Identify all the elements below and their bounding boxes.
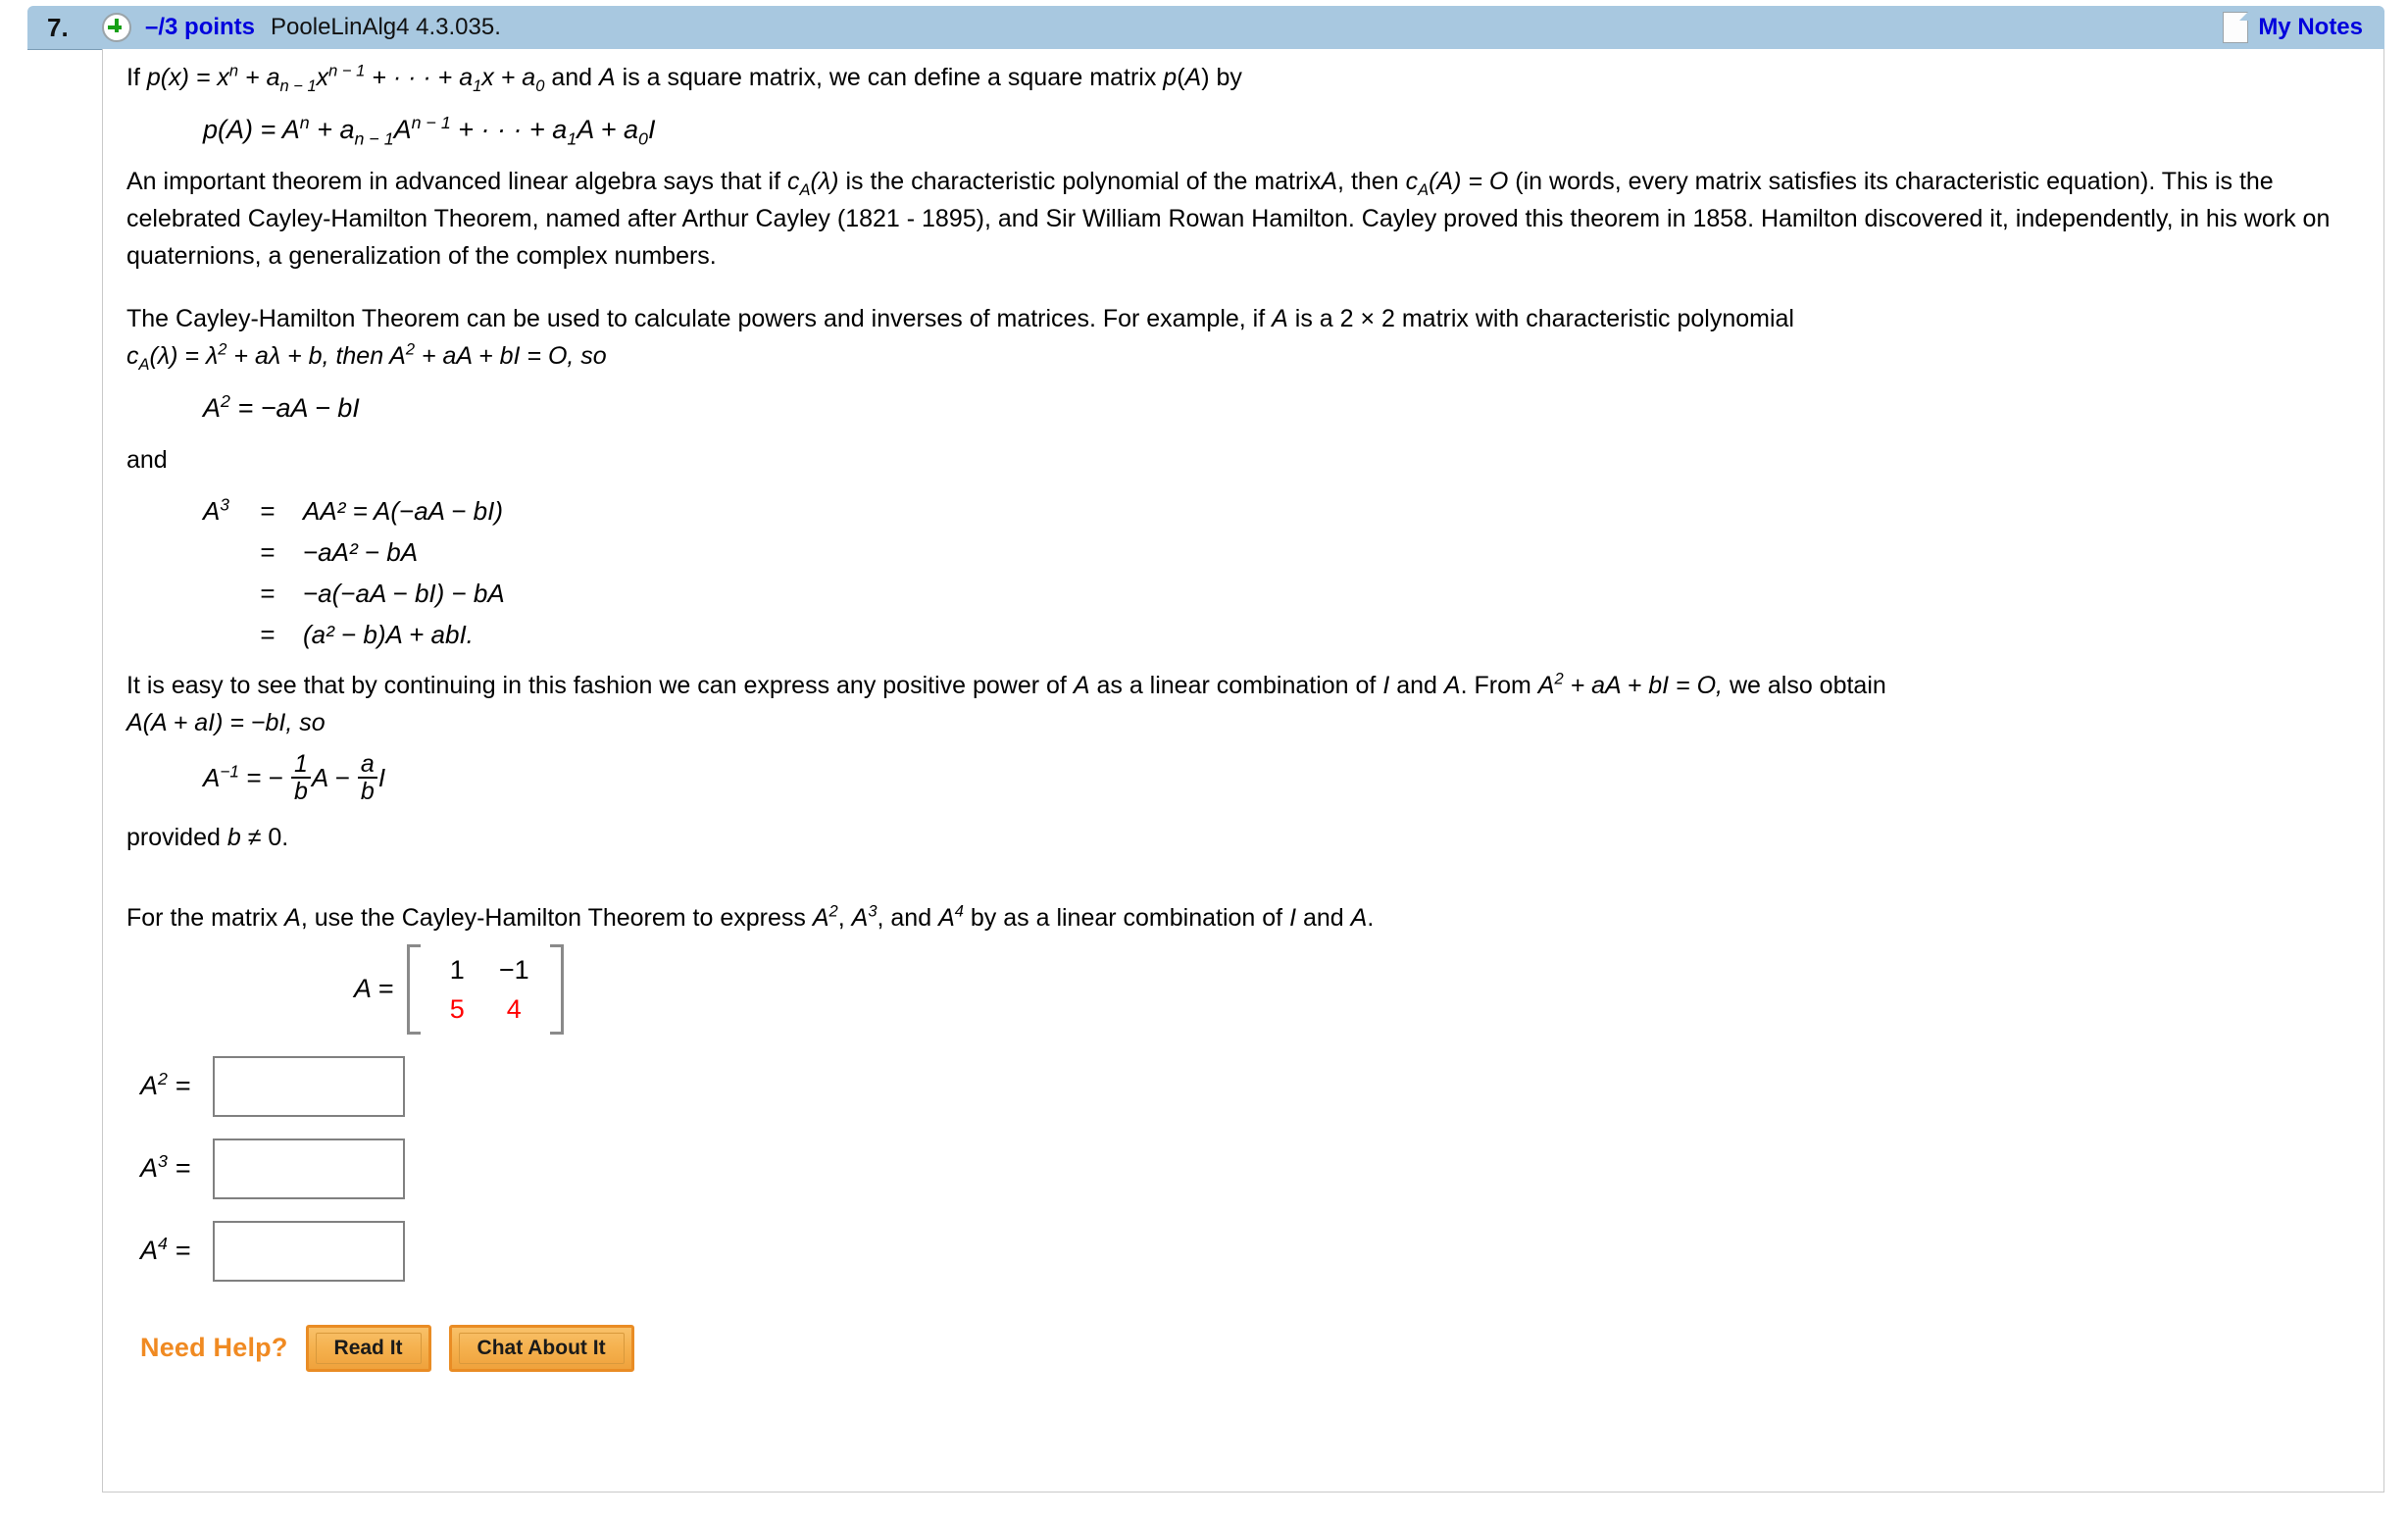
equation-A3-block: A3 = AA² = A(−aA − bI) = −aA² − bA = −a(… <box>126 490 2364 655</box>
question-body: If p(x) = xn + an − 1xn − 1 + · · · + a1… <box>102 49 2384 1493</box>
paragraph-powers-inverses: The Cayley-Hamilton Theorem can be used … <box>126 305 1794 332</box>
provided-condition: provided b ≠ 0. <box>126 823 289 851</box>
matrix-label: A = <box>354 974 394 1003</box>
matrix-cells: 1 −1 5 4 <box>421 944 550 1035</box>
question-header-bar: 7. –/3 points PooleLinAlg4 4.3.035. My N… <box>27 6 2384 49</box>
fraction-a-over-b: a b <box>357 751 377 805</box>
paragraph-char-poly-line: cA(λ) = λ2 + aλ + b, then A2 + aA + bI =… <box>126 337 2364 375</box>
intro-line: If p(x) = xn + an − 1xn − 1 + · · · + a1… <box>126 59 2364 96</box>
A3-rhs-4: (a² − b)A + abI. <box>303 620 474 649</box>
question-reference: PooleLinAlg4 4.3.035. <box>271 14 501 40</box>
my-notes-label: My Notes <box>2258 14 2363 40</box>
answer-label-A3: A3 = <box>140 1151 191 1183</box>
equation-A3-row-3: = −a(−aA − bI) − bA <box>203 573 2364 614</box>
need-help-section: Need Help? Read It Chat About It <box>126 1324 2364 1372</box>
cA-lambda-expression: cA(λ) <box>787 168 839 199</box>
answer-input-A2[interactable] <box>213 1055 405 1117</box>
A3-equals-4: = <box>260 620 276 649</box>
answer-label-A4: A4 = <box>140 1234 191 1265</box>
and-connector: and <box>126 446 168 474</box>
chat-about-it-button[interactable]: Chat About It <box>448 1324 634 1372</box>
prompt-A3: A3 <box>851 902 878 932</box>
question-number: 7. <box>47 12 69 42</box>
paragraph-cayley-hamilton: An important theorem in advanced linear … <box>126 168 2331 270</box>
paragraph-linear-combination: It is easy to see that by continuing in … <box>126 670 1886 699</box>
matrix-right-bracket <box>550 943 565 1035</box>
paragraph-A-A-plus-aI: A(A + aI) = −bI, so <box>126 709 326 736</box>
equation-A3-row-1: A3 = AA² = A(−aA − bI) <box>203 490 2364 531</box>
equation-A3-row-2: = −aA² − bA <box>203 531 2364 573</box>
A3-equals-2: = <box>260 537 276 567</box>
A3-spacer-3 <box>203 573 260 614</box>
answer-row-A3: A3 = <box>126 1138 2364 1199</box>
A2-aA-bI-expression: A2 + aA + bI = O, <box>1537 670 1723 699</box>
answer-input-A3[interactable] <box>213 1138 405 1199</box>
fraction-one-over-b: 1 b <box>290 751 311 805</box>
equation-pA: p(A) = An + an − 1An − 1 + · · · + a1A +… <box>203 113 656 149</box>
A3-rhs-2: −aA² − bA <box>303 537 419 567</box>
prompt-A2: A2 <box>812 902 838 932</box>
plus-circle-icon[interactable] <box>102 13 131 42</box>
equation-A3-row-4: = (a² − b)A + abI. <box>203 614 2364 655</box>
chat-about-it-label: Chat About It <box>458 1332 625 1364</box>
A3-lhs: A3 <box>203 494 229 526</box>
A3-spacer-2 <box>203 531 260 573</box>
A3-equals-1: = <box>260 496 276 526</box>
char-poly-expression: cA(λ) = λ2 + aλ + b, then A2 + aA + bI =… <box>126 340 607 374</box>
read-it-label: Read It <box>315 1332 422 1364</box>
matrix-grid: 1 −1 5 4 <box>407 943 565 1035</box>
matrix-cell-r2c1: 5 <box>449 993 465 1024</box>
answer-row-A4: A4 = <box>126 1220 2364 1282</box>
need-help-label: Need Help? <box>140 1333 288 1362</box>
intro-suffix: and A is a square matrix, we can define … <box>551 64 1242 91</box>
A3-rhs-3: −a(−aA − bI) − bA <box>303 579 505 608</box>
note-page-icon <box>2223 12 2249 43</box>
read-it-button[interactable]: Read It <box>305 1324 431 1372</box>
matrix-A-display: A = 1 −1 5 4 <box>126 943 2364 1035</box>
cA-of-A-expression: cA(A) = O <box>1405 168 1509 199</box>
my-notes-button[interactable]: My Notes <box>2223 12 2363 43</box>
intro-prefix: If <box>126 64 140 91</box>
A3-spacer-4 <box>203 614 260 655</box>
equation-A-inverse: A−1 = − 1 b A − a b I <box>203 750 386 806</box>
matrix-left-bracket <box>407 943 422 1035</box>
matrix-cell-r1c2: −1 <box>498 954 529 985</box>
answer-row-A2: A2 = <box>126 1055 2364 1117</box>
answer-input-A4[interactable] <box>213 1220 405 1282</box>
polynomial-px-expression: p(x) = xn + an − 1xn − 1 + · · · + a1x +… <box>146 62 545 95</box>
A3-rhs-1: AA² = A(−aA − bI) <box>303 496 504 526</box>
question-prompt: For the matrix A, use the Cayley-Hamilto… <box>126 902 1375 932</box>
answer-label-A2: A2 = <box>140 1069 191 1100</box>
matrix-cell-r2c2: 4 <box>506 993 522 1024</box>
matrix-cell-r1c1: 1 <box>449 954 465 985</box>
equation-A2: A2 = −aA − bI <box>203 391 360 423</box>
points-label: –/3 points <box>145 14 256 40</box>
A3-equals-3: = <box>260 579 276 608</box>
prompt-A4: A4 <box>938 902 964 932</box>
